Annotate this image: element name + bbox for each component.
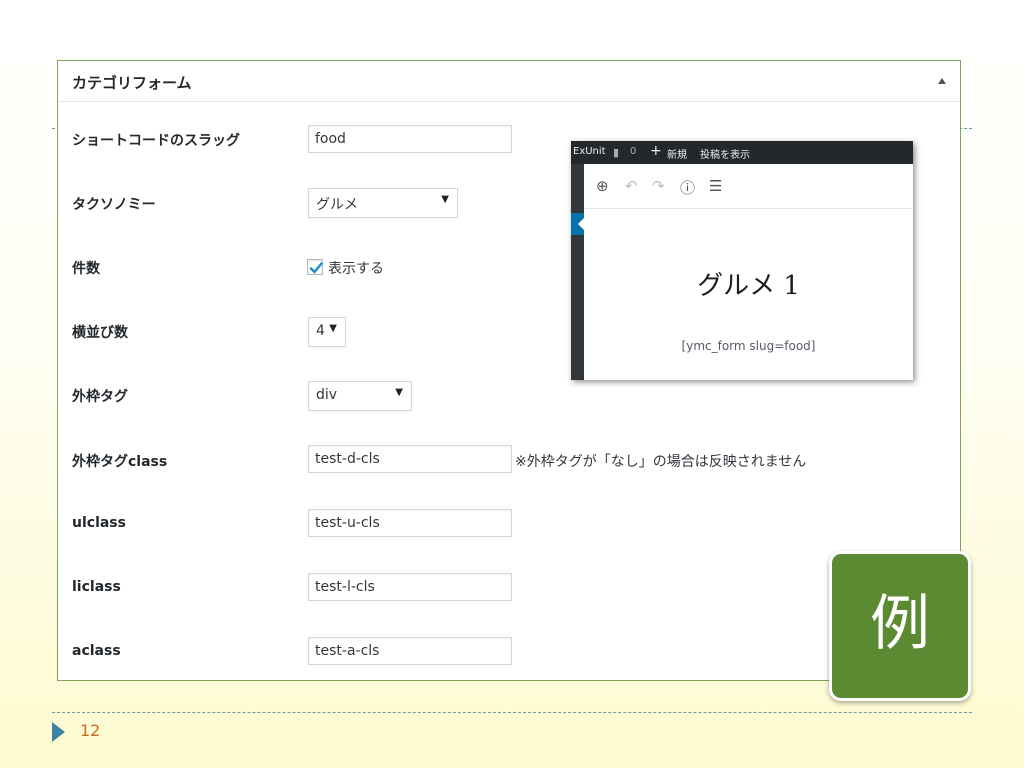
taxonomy-select[interactable]: グルメ ▼ (308, 188, 458, 218)
panel-title: カテゴリフォーム (72, 74, 192, 92)
plus-icon: + (650, 143, 662, 159)
a-class-input[interactable]: test-a-cls (308, 637, 512, 665)
wrapper-class-input[interactable]: test-d-cls (308, 445, 512, 473)
redo-icon: ↷ (652, 177, 665, 195)
ul-class-label: ulclass (72, 515, 126, 531)
taxonomy-selected-value: グルメ (316, 197, 358, 213)
wrapper-class-note: ※外枠タグが「なし」の場合は反映されません (515, 454, 807, 470)
outline-icon: ☰ (709, 177, 723, 195)
dropdown-arrow-icon: ▼ (329, 323, 337, 334)
preview-editor-toolbar: ⊕ ↶ ↷ ⓘ ☰ (584, 164, 913, 209)
page-marker-triangle-icon (52, 722, 65, 742)
columns-selected-value: 4 (316, 323, 325, 339)
count-label: 件数 (72, 261, 100, 277)
preview-admin-bar: ExUnit ▮ 0 + 新規 投稿を表示 (571, 141, 913, 164)
dropdown-arrow-icon: ▼ (441, 194, 449, 205)
info-icon: ⓘ (680, 179, 696, 197)
example-badge: 例 (829, 551, 971, 701)
editor-preview-screenshot: ExUnit ▮ 0 + 新規 投稿を表示 ⊕ ↶ ↷ ⓘ ☰ グルメ 1 [y… (571, 141, 913, 380)
columns-select[interactable]: 4 ▼ (308, 317, 346, 347)
panel-header: カテゴリフォーム (58, 61, 960, 102)
wrapper-tag-select[interactable]: div ▼ (308, 381, 412, 411)
wrapper-tag-selected-value: div (316, 387, 338, 403)
comment-icon: ▮ (613, 146, 620, 159)
slug-input[interactable]: food (308, 125, 512, 153)
slug-label: ショートコードのスラッグ (72, 133, 240, 149)
preview-comment-count: 0 (630, 146, 637, 157)
collapse-arrow-icon[interactable] (938, 78, 946, 84)
wrapper-class-label: 外枠タグclass (72, 454, 168, 470)
li-class-input[interactable]: test-l-cls (308, 573, 512, 601)
preview-heading: グルメ 1 (697, 271, 800, 301)
wrapper-tag-label: 外枠タグ (72, 389, 128, 405)
preview-active-notch (578, 218, 584, 230)
page-number: 12 (80, 721, 101, 740)
a-class-label: aclass (72, 643, 121, 659)
preview-admin-sidebar (571, 164, 584, 380)
show-count-checkbox[interactable] (307, 259, 323, 275)
li-class-label: liclass (72, 579, 121, 595)
preview-shortcode: [ymc_form slug=food] (681, 339, 816, 353)
preview-new-label: 新規 (667, 150, 687, 161)
checkmark-icon (309, 262, 323, 274)
undo-icon: ↶ (625, 177, 638, 195)
columns-label: 横並び数 (72, 325, 128, 341)
add-block-icon: ⊕ (596, 177, 609, 195)
preview-site-name: ExUnit (573, 146, 606, 157)
slide-bottom-divider (52, 712, 972, 713)
preview-view-post-label: 投稿を表示 (700, 150, 750, 161)
show-count-checkbox-label[interactable]: 表示する (328, 258, 384, 278)
ul-class-input[interactable]: test-u-cls (308, 509, 512, 537)
dropdown-arrow-icon: ▼ (395, 387, 403, 398)
taxonomy-label: タクソノミー (72, 197, 156, 213)
